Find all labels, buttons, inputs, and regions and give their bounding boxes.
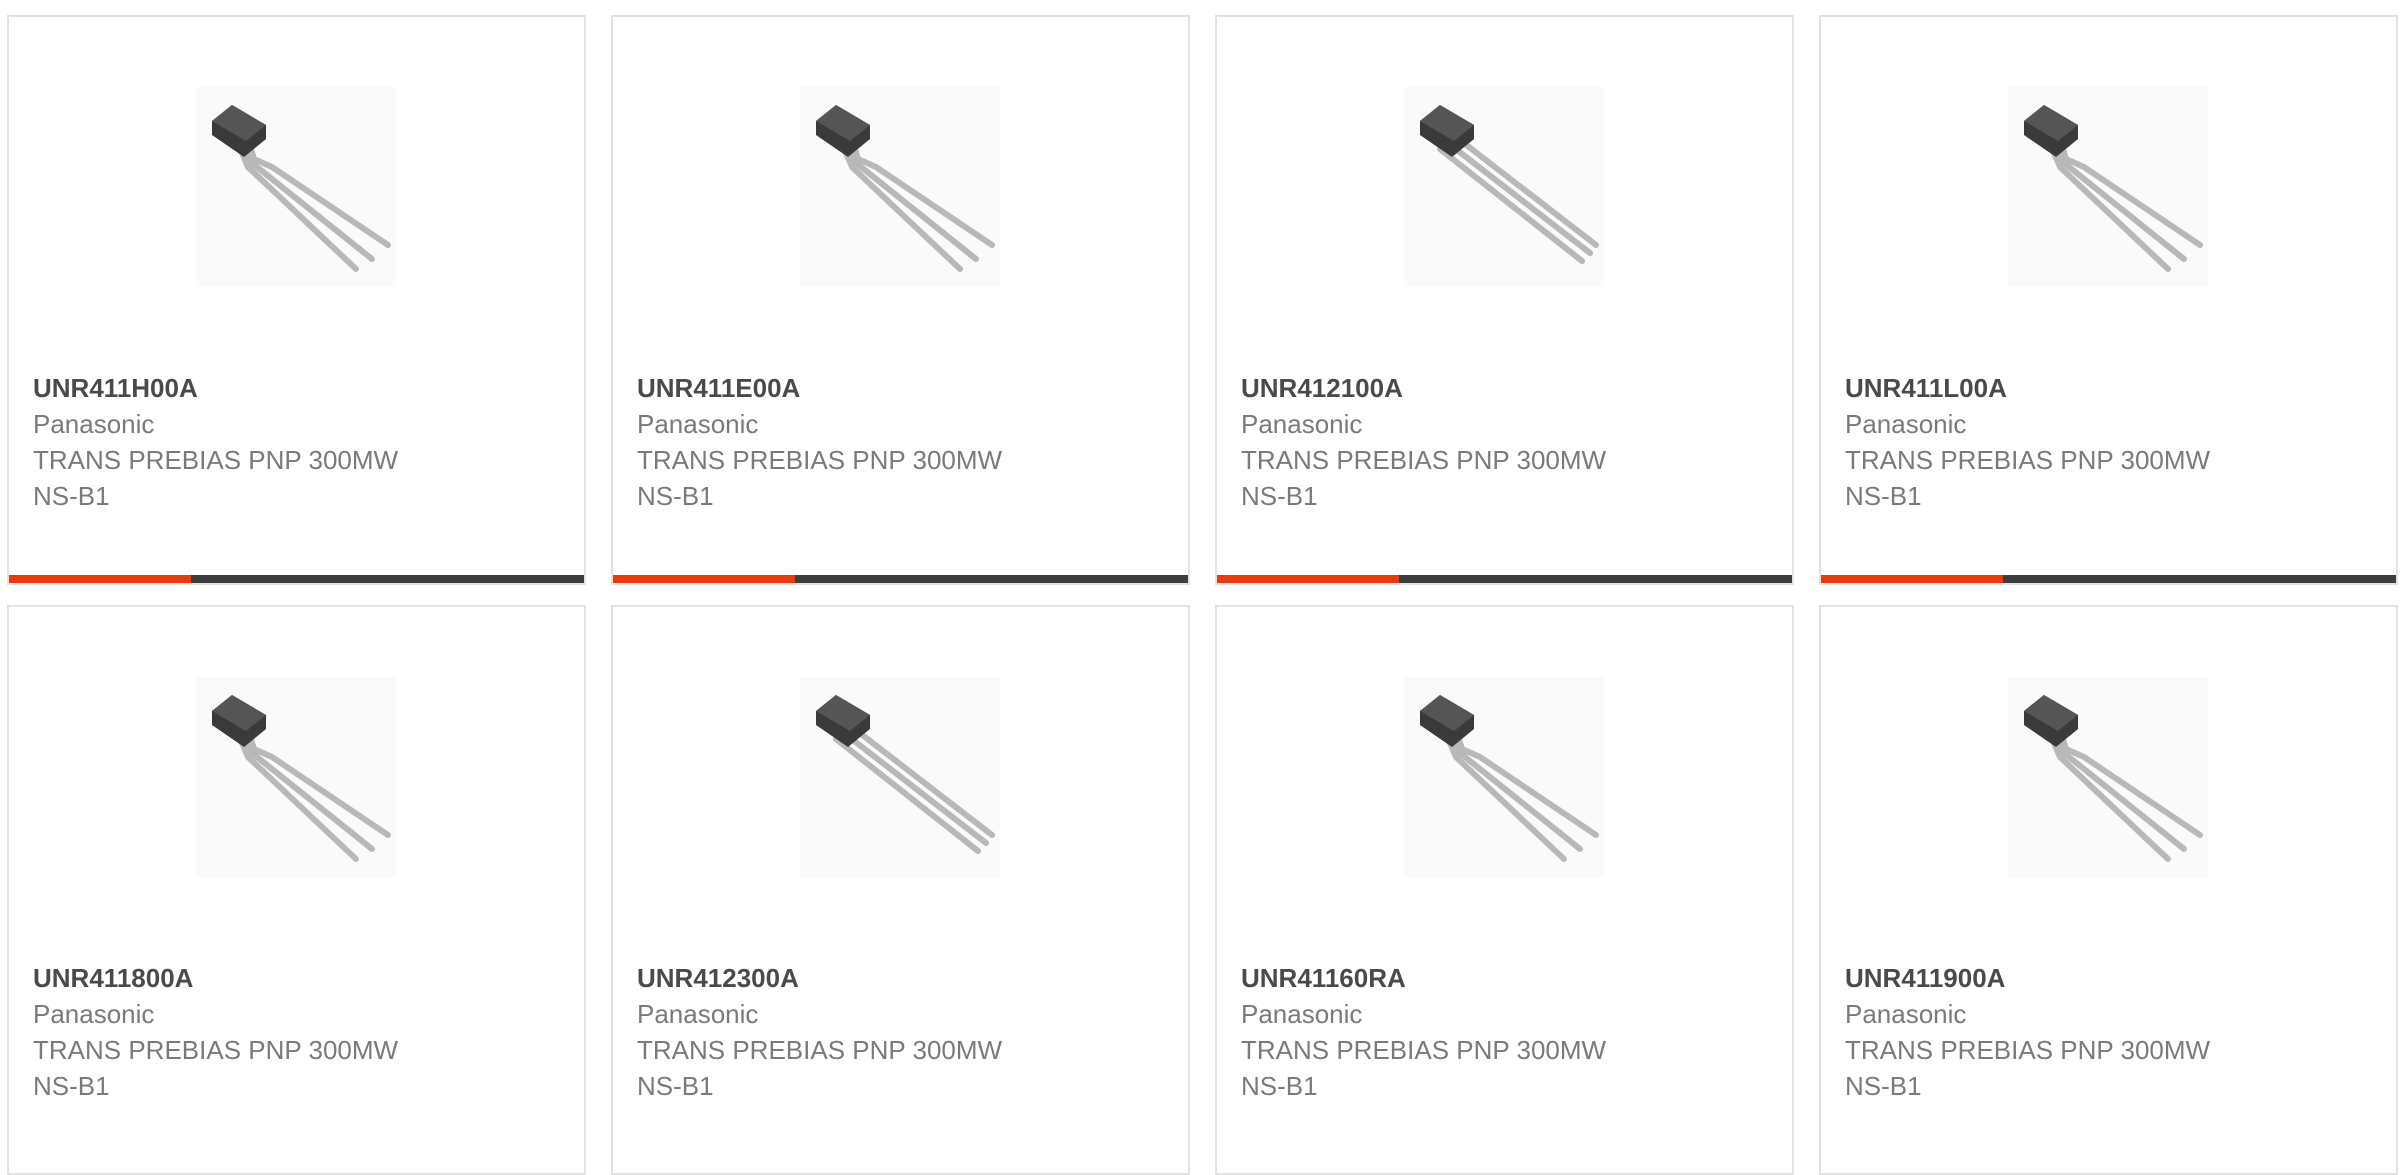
card-footer-bar	[613, 575, 1188, 583]
transistor-image	[196, 87, 396, 287]
product-card[interactable]: UNR411900A Panasonic TRANS PREBIAS PNP 3…	[1819, 605, 2398, 1175]
package: NS-B1	[1845, 481, 1922, 511]
manufacturer: Panasonic	[637, 409, 759, 439]
manufacturer: Panasonic	[1241, 409, 1363, 439]
description: TRANS PREBIAS PNP 300MW	[1241, 445, 1607, 475]
description: TRANS PREBIAS PNP 300MW	[637, 1035, 1003, 1065]
package: NS-B1	[1241, 481, 1318, 511]
part-number[interactable]: UNR412300A	[637, 960, 1167, 996]
part-number[interactable]: UNR411E00A	[637, 370, 1167, 406]
transistor-image	[800, 87, 1000, 287]
package: NS-B1	[1845, 1071, 1922, 1101]
part-number[interactable]: UNR412100A	[1241, 370, 1771, 406]
transistor-image	[1404, 677, 1604, 877]
description: TRANS PREBIAS PNP 300MW	[1241, 1035, 1607, 1065]
product-card[interactable]: UNR411800A Panasonic TRANS PREBIAS PNP 3…	[7, 605, 586, 1175]
part-number[interactable]: UNR411900A	[1845, 960, 2375, 996]
manufacturer: Panasonic	[33, 999, 155, 1029]
description: TRANS PREBIAS PNP 300MW	[33, 1035, 399, 1065]
part-number[interactable]: UNR411H00A	[33, 370, 563, 406]
description: TRANS PREBIAS PNP 300MW	[1845, 1035, 2211, 1065]
card-footer-accent	[1821, 575, 2003, 583]
transistor-image	[1404, 87, 1604, 287]
card-footer-bar	[1821, 575, 2396, 583]
product-grid: UNR411H00A Panasonic TRANS PREBIAS PNP 3…	[0, 0, 2400, 1175]
card-footer-accent	[9, 575, 191, 583]
manufacturer: Panasonic	[637, 999, 759, 1029]
description: TRANS PREBIAS PNP 300MW	[637, 445, 1003, 475]
package: NS-B1	[33, 481, 110, 511]
product-card[interactable]: UNR41160RA Panasonic TRANS PREBIAS PNP 3…	[1215, 605, 1794, 1175]
description: TRANS PREBIAS PNP 300MW	[33, 445, 399, 475]
manufacturer: Panasonic	[33, 409, 155, 439]
card-footer-accent	[1217, 575, 1399, 583]
product-card[interactable]: UNR411H00A Panasonic TRANS PREBIAS PNP 3…	[7, 15, 586, 585]
card-footer-accent	[613, 575, 795, 583]
product-card[interactable]: UNR412300A Panasonic TRANS PREBIAS PNP 3…	[611, 605, 1190, 1175]
description: TRANS PREBIAS PNP 300MW	[1845, 445, 2211, 475]
transistor-image	[800, 677, 1000, 877]
package: NS-B1	[637, 481, 714, 511]
manufacturer: Panasonic	[1845, 409, 1967, 439]
part-number[interactable]: UNR411800A	[33, 960, 563, 996]
product-card[interactable]: UNR412100A Panasonic TRANS PREBIAS PNP 3…	[1215, 15, 1794, 585]
product-card[interactable]: UNR411E00A Panasonic TRANS PREBIAS PNP 3…	[611, 15, 1190, 585]
transistor-image	[2008, 677, 2208, 877]
manufacturer: Panasonic	[1845, 999, 1967, 1029]
card-footer-bar	[9, 575, 584, 583]
card-footer-bar	[1217, 575, 1792, 583]
package: NS-B1	[637, 1071, 714, 1101]
transistor-image	[196, 677, 396, 877]
part-number[interactable]: UNR411L00A	[1845, 370, 2375, 406]
manufacturer: Panasonic	[1241, 999, 1363, 1029]
transistor-image	[2008, 87, 2208, 287]
package: NS-B1	[33, 1071, 110, 1101]
product-card[interactable]: UNR411L00A Panasonic TRANS PREBIAS PNP 3…	[1819, 15, 2398, 585]
package: NS-B1	[1241, 1071, 1318, 1101]
part-number[interactable]: UNR41160RA	[1241, 960, 1771, 996]
